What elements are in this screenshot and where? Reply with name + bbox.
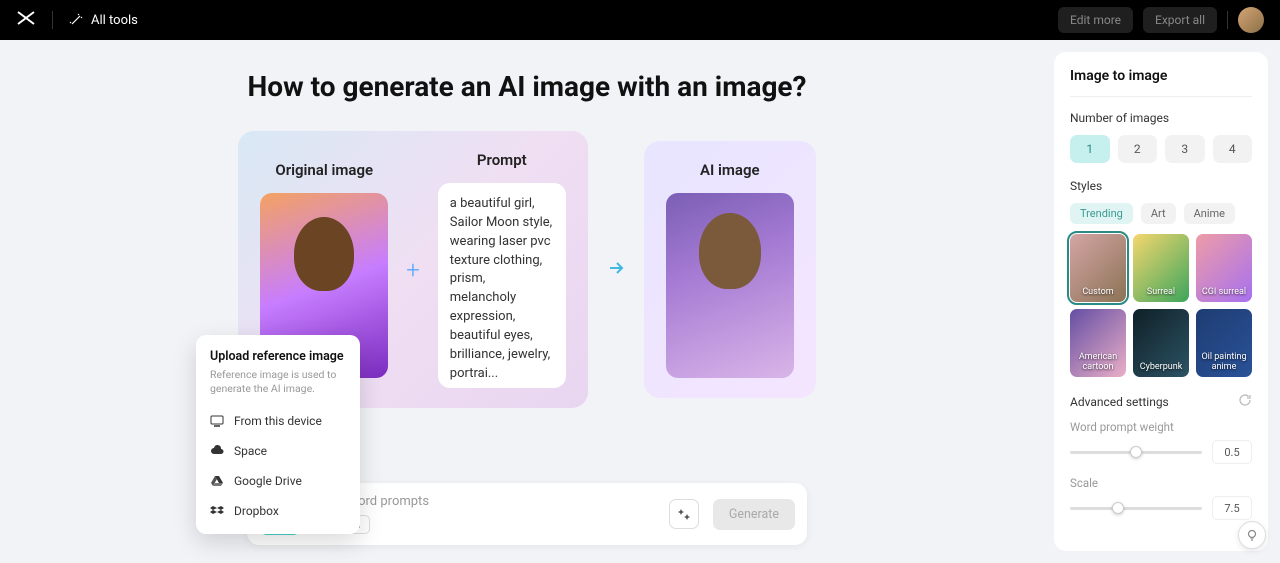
style-option-label: Surreal	[1147, 288, 1175, 298]
divider	[52, 11, 53, 29]
scale-label: Scale	[1070, 476, 1252, 490]
device-icon	[210, 414, 224, 428]
style-grid: Custom Surreal CGI surreal American cartoon…	[1070, 234, 1252, 377]
upload-reference-popover: Upload reference image Reference image i…	[196, 335, 360, 534]
num-images-label: Number of images	[1070, 111, 1252, 125]
scale-value[interactable]: 7.5	[1212, 496, 1252, 520]
style-tab-trending[interactable]: Trending	[1070, 203, 1133, 224]
style-tab-art[interactable]: Art	[1141, 203, 1176, 224]
advanced-settings-label: Advanced settings	[1070, 395, 1169, 409]
reset-icon	[1238, 393, 1252, 407]
ai-suggest-button[interactable]	[669, 499, 699, 529]
style-tabs: Trending Art Anime	[1070, 203, 1252, 224]
sparkle-icon	[676, 506, 692, 522]
page-title: How to generate an AI image with an imag…	[0, 70, 1054, 103]
all-tools-button[interactable]: All tools	[69, 13, 138, 28]
style-option-american-cartoon[interactable]: American cartoon	[1070, 309, 1126, 377]
upload-popover-title: Upload reference image	[210, 349, 346, 364]
style-option-label: Oil painting anime	[1196, 353, 1252, 373]
generate-button[interactable]: Generate	[713, 499, 795, 530]
upload-source-gdrive[interactable]: Google Drive	[210, 466, 346, 496]
settings-panel: Image to image Number of images 1234 Sty…	[1054, 52, 1268, 551]
style-tab-anime[interactable]: Anime	[1184, 203, 1235, 224]
style-option-label: American cartoon	[1070, 353, 1126, 373]
num-images-option-2[interactable]: 2	[1118, 135, 1158, 163]
prompt-example-text: a beautiful girl, Sailor Moon style, wea…	[438, 183, 566, 388]
upload-source-dropbox[interactable]: Dropbox	[210, 496, 346, 526]
style-option-cgi-surreal[interactable]: CGI surreal	[1196, 234, 1252, 302]
magic-wand-icon	[69, 13, 83, 27]
word-weight-value[interactable]: 0.5	[1212, 440, 1252, 464]
edit-more-button[interactable]: Edit more	[1058, 7, 1133, 33]
word-weight-label: Word prompt weight	[1070, 420, 1252, 434]
plus-icon: +	[406, 256, 420, 284]
panel-title: Image to image	[1070, 68, 1252, 97]
upload-source-device[interactable]: From this device	[210, 406, 346, 436]
upload-source-cloud[interactable]: Space	[210, 436, 346, 466]
cloud-icon	[210, 444, 224, 458]
style-option-oil-painting-anime[interactable]: Oil painting anime	[1196, 309, 1252, 377]
app-logo[interactable]	[16, 10, 36, 31]
ai-image-label: AI image	[700, 161, 760, 179]
style-option-surreal[interactable]: Surreal	[1133, 234, 1189, 302]
prompt-label: Prompt	[477, 151, 527, 169]
style-option-label: Cyberpunk	[1140, 363, 1183, 373]
upload-source-label: From this device	[234, 414, 322, 428]
all-tools-label: All tools	[91, 13, 138, 28]
style-option-label: CGI surreal	[1202, 288, 1246, 298]
help-button[interactable]	[1238, 521, 1266, 549]
prompt-input[interactable]: Enter word prompts	[315, 494, 655, 509]
num-images-option-3[interactable]: 3	[1165, 135, 1205, 163]
upload-source-label: Space	[234, 444, 267, 458]
style-option-custom[interactable]: Custom	[1070, 234, 1126, 302]
num-images-option-1[interactable]: 1	[1070, 135, 1110, 163]
word-weight-slider[interactable]	[1070, 451, 1202, 454]
divider	[1227, 11, 1228, 29]
reset-button[interactable]	[1238, 393, 1252, 410]
gdrive-icon	[210, 474, 224, 488]
arrow-right-icon	[606, 258, 626, 282]
upload-popover-subtitle: Reference image is used to generate the …	[210, 368, 346, 396]
app-header: All tools Edit more Export all	[0, 0, 1280, 40]
ai-image-preview	[666, 193, 794, 378]
upload-source-label: Dropbox	[234, 504, 279, 518]
export-all-button[interactable]: Export all	[1143, 7, 1217, 33]
scale-slider[interactable]	[1070, 507, 1202, 510]
user-avatar[interactable]	[1238, 7, 1264, 33]
dropbox-icon	[210, 504, 224, 518]
upload-source-label: Google Drive	[234, 474, 302, 488]
style-option-label: Custom	[1082, 288, 1113, 298]
tutorial-cards: Original image + Prompt a beautiful girl…	[0, 131, 1054, 408]
num-images-option-4[interactable]: 4	[1213, 135, 1253, 163]
lightbulb-icon	[1245, 528, 1259, 542]
num-images-options: 1234	[1070, 135, 1252, 163]
original-image-label: Original image	[275, 161, 373, 179]
styles-label: Styles	[1070, 179, 1252, 193]
output-card: AI image	[644, 141, 816, 398]
style-option-cyberpunk[interactable]: Cyberpunk	[1133, 309, 1189, 377]
